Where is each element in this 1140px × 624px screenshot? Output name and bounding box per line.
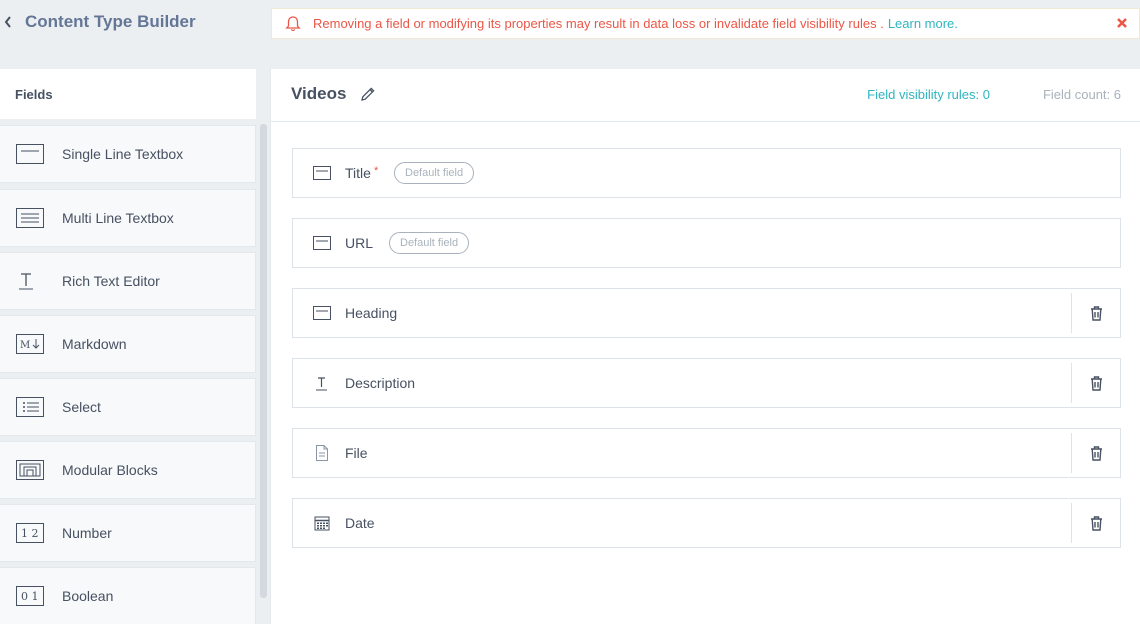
number-icon: 1 2	[16, 523, 44, 543]
field-type-select[interactable]: Select	[0, 378, 256, 436]
single-line-icon	[313, 234, 331, 252]
field-row-title[interactable]: Title * Default field	[292, 148, 1121, 198]
row-divider	[1071, 433, 1072, 473]
row-divider	[1071, 503, 1072, 543]
field-name: URL	[345, 235, 374, 251]
field-count: Field count: 6	[1042, 87, 1121, 102]
field-name: Date	[345, 515, 375, 531]
field-type-single-line[interactable]: Single Line Textbox	[0, 125, 256, 183]
content-type-name: Videos	[291, 84, 347, 103]
field-types-sidebar: Fields Single Line Textbox Multi Line Te…	[0, 69, 268, 624]
chevron-left-icon	[4, 16, 11, 28]
field-type-multi-line[interactable]: Multi Line Textbox	[0, 189, 256, 247]
required-mark: *	[373, 165, 379, 177]
pencil-icon	[361, 87, 375, 101]
field-name: File	[345, 445, 368, 461]
single-line-icon	[16, 144, 44, 164]
field-type-label: Number	[62, 525, 112, 541]
modular-blocks-icon	[16, 460, 44, 480]
top-bar: Content Type Builder Removing a field or…	[0, 0, 1140, 46]
select-list-icon	[16, 397, 44, 417]
trash-icon	[1090, 445, 1102, 461]
delete-field-button[interactable]	[1088, 514, 1104, 532]
field-row-heading[interactable]: Heading	[292, 288, 1121, 338]
multi-line-icon	[16, 208, 44, 228]
rich-text-icon	[313, 374, 331, 392]
field-type-number[interactable]: 1 2 Number	[0, 504, 256, 562]
content-type-panel: Videos Field visibility rules: 0 Field c…	[270, 69, 1140, 624]
field-name: Heading	[345, 305, 398, 321]
sidebar-scrollbar[interactable]	[260, 124, 267, 598]
trash-icon	[1090, 305, 1102, 321]
field-type-label: Boolean	[62, 588, 114, 604]
svg-text:1 2: 1 2	[21, 527, 39, 540]
svg-text:M: M	[20, 340, 30, 351]
single-line-icon	[313, 164, 331, 182]
trash-icon	[1090, 515, 1102, 531]
close-icon	[1117, 18, 1127, 28]
rich-text-icon	[16, 271, 44, 291]
single-line-icon	[313, 304, 331, 322]
warning-alert: Removing a field or modifying its proper…	[271, 8, 1140, 39]
markdown-icon: M	[16, 334, 44, 354]
field-label: Title *	[345, 165, 378, 181]
field-type-label: Rich Text Editor	[62, 273, 160, 289]
default-field-badge: Default field	[389, 232, 470, 254]
calendar-icon	[313, 514, 331, 532]
delete-field-button[interactable]	[1088, 444, 1104, 462]
field-type-label: Modular Blocks	[62, 462, 158, 478]
field-type-modular-blocks[interactable]: Modular Blocks	[0, 441, 256, 499]
field-type-markdown[interactable]: M Markdown	[0, 315, 256, 373]
sidebar-title: Fields	[0, 69, 256, 119]
field-name: Title	[345, 165, 371, 181]
delete-field-button[interactable]	[1088, 304, 1104, 322]
edit-name-button[interactable]	[359, 85, 377, 103]
field-row-date[interactable]: Date	[292, 498, 1121, 548]
learn-more-link[interactable]: Learn more.	[888, 16, 958, 31]
trash-icon	[1090, 375, 1102, 391]
field-visibility-rules-link[interactable]: Field visibility rules: 0	[867, 87, 990, 102]
content-type-header: Videos Field visibility rules: 0 Field c…	[271, 69, 1140, 122]
close-alert-button[interactable]	[1115, 16, 1129, 30]
field-row-url[interactable]: URL Default field	[292, 218, 1121, 268]
page-title: Content Type Builder	[25, 12, 196, 31]
delete-field-button[interactable]	[1088, 374, 1104, 392]
field-row-file[interactable]: File	[292, 428, 1121, 478]
field-type-label: Markdown	[62, 336, 127, 352]
bell-icon	[284, 15, 302, 33]
default-field-badge: Default field	[394, 162, 475, 184]
svg-text:0 1: 0 1	[21, 590, 39, 603]
field-name: Description	[345, 375, 416, 391]
boolean-icon: 0 1	[16, 586, 44, 606]
field-type-label: Multi Line Textbox	[62, 210, 174, 226]
back-button[interactable]	[0, 12, 16, 32]
alert-message: Removing a field or modifying its proper…	[313, 16, 884, 31]
row-divider	[1071, 293, 1072, 333]
field-type-label: Select	[62, 399, 101, 415]
field-type-boolean[interactable]: 0 1 Boolean	[0, 567, 256, 624]
file-icon	[313, 444, 331, 462]
field-type-rich-text[interactable]: Rich Text Editor	[0, 252, 256, 310]
row-divider	[1071, 363, 1072, 403]
field-row-description[interactable]: Description	[292, 358, 1121, 408]
field-type-label: Single Line Textbox	[62, 146, 184, 162]
